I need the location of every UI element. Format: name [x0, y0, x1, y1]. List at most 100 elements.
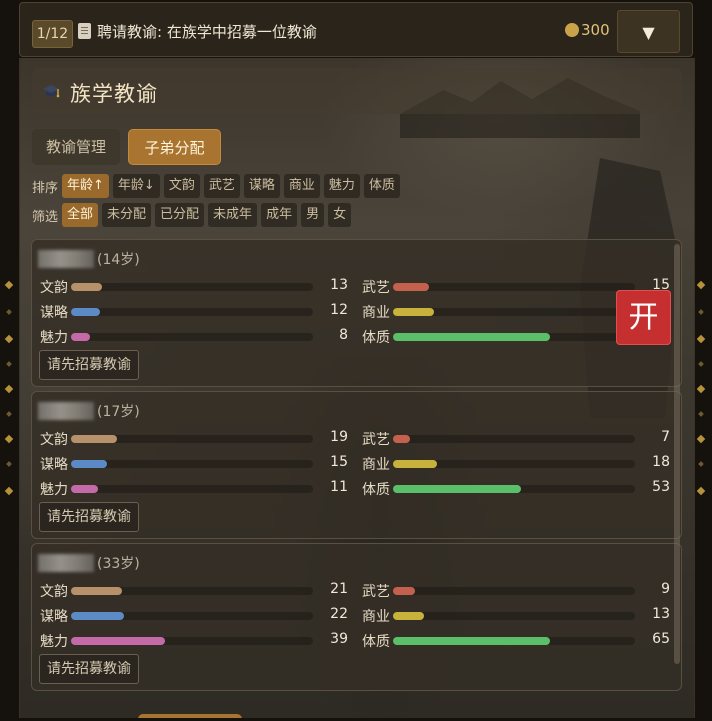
- sort-shangye[interactable]: 商业: [283, 174, 320, 198]
- stat-label-tizhi: 体质: [362, 482, 390, 498]
- stat-bar-track: [71, 587, 313, 595]
- step-badge: 1/12: [32, 20, 73, 48]
- stat-bar-track: [71, 637, 313, 645]
- task-dropdown-button[interactable]: ▼: [617, 10, 680, 53]
- sort-age-desc[interactable]: 年龄↓: [112, 174, 160, 198]
- stat-wenyun: 文韵 21: [40, 581, 360, 601]
- stat-meili: 魅力 8: [40, 327, 360, 347]
- open-badge[interactable]: 开: [616, 290, 671, 345]
- stat-bar-track: [393, 612, 635, 620]
- stat-label-wenyun: 文韵: [40, 280, 68, 296]
- stat-value-moulue: 12: [330, 302, 348, 318]
- stat-label-wenyun: 文韵: [40, 584, 68, 600]
- stat-bar-fill: [71, 460, 108, 468]
- filter-assigned[interactable]: 已分配: [155, 203, 205, 227]
- stat-label-moulue: 谋略: [40, 609, 68, 625]
- sort-age-asc[interactable]: 年龄↑: [62, 174, 109, 198]
- stat-bar-track: [71, 333, 313, 341]
- stat-bar-fill: [393, 587, 415, 595]
- stat-wuyi: 武艺 9: [362, 581, 682, 601]
- stat-bar-track: [393, 333, 635, 341]
- stat-bar-track: [393, 587, 635, 595]
- tab-student-assignment[interactable]: 子弟分配: [128, 129, 221, 165]
- filter-female[interactable]: 女: [328, 203, 352, 227]
- stat-bar-track: [71, 283, 313, 291]
- stat-wuyi: 武艺 7: [362, 429, 682, 449]
- sort-tizhi[interactable]: 体质: [363, 174, 400, 198]
- stat-bar-fill: [71, 333, 91, 341]
- sort-moulue[interactable]: 谋略: [243, 174, 280, 198]
- stat-bar-track: [393, 485, 635, 493]
- right-rail-decoration: [694, 240, 710, 500]
- student-card[interactable]: (14岁)文韵13谋略12魅力8武艺15商业17体质65请先招募教谕: [31, 239, 682, 387]
- filter-all[interactable]: 全部: [62, 203, 99, 227]
- tab-teacher-management[interactable]: 教谕管理: [32, 129, 120, 165]
- stat-bar-fill: [71, 283, 103, 291]
- filter-label: 筛选: [32, 209, 59, 225]
- stat-label-meili: 魅力: [40, 330, 68, 346]
- stat-label-shangye: 商业: [362, 457, 390, 473]
- stat-value-wenyun: 21: [330, 581, 348, 597]
- graduation-cap-icon: [43, 85, 60, 98]
- stat-bar-track: [393, 460, 635, 468]
- stat-label-tizhi: 体质: [362, 330, 390, 346]
- student-card[interactable]: (33岁) 文韵 21 谋略 22 魅力 39 武艺 9 商业 13 体质 65 请先招募教谕: [31, 543, 682, 691]
- sort-label: 排序: [32, 180, 59, 196]
- coin-amount: 300: [581, 21, 610, 39]
- recruit-teacher-first-button[interactable]: 请先招募教谕: [39, 654, 139, 684]
- stat-bar-track: [71, 612, 313, 620]
- money-bag-icon: [565, 23, 579, 37]
- stat-tizhi: 体质 65: [362, 631, 682, 651]
- stat-bar-fill: [71, 637, 166, 645]
- stat-value-moulue: 15: [330, 454, 348, 470]
- stat-value-shangye: 18: [652, 454, 670, 470]
- student-age: (33岁): [97, 556, 140, 572]
- sort-wuyi[interactable]: 武艺: [203, 174, 240, 198]
- filter-row: 筛选 全部 未分配 已分配 未成年 成年 男 女: [32, 203, 352, 227]
- stat-bar-fill: [393, 460, 437, 468]
- filter-unassigned[interactable]: 未分配: [102, 203, 152, 227]
- stat-bar-track: [393, 308, 635, 316]
- stat-label-shangye: 商业: [362, 305, 390, 321]
- student-age: (17岁): [97, 404, 140, 420]
- task-description: 聘请教谕: 在族学中招募一位教谕: [97, 23, 317, 41]
- stat-value-shangye: 13: [652, 606, 670, 622]
- task-bar: 1/12 聘请教谕: 在族学中招募一位教谕 300 ▼: [19, 2, 693, 57]
- recruit-teacher-first-button[interactable]: 请先招募教谕: [39, 350, 139, 380]
- stat-bar-fill: [393, 308, 435, 316]
- student-card[interactable]: (17岁) 文韵 19 谋略 15 魅力 11 武艺 7 商业 18 体质 53 请先招募教谕: [31, 391, 682, 539]
- chevron-down-icon: ▼: [642, 23, 655, 42]
- stat-value-wenyun: 19: [330, 429, 348, 445]
- stat-label-shangye: 商业: [362, 609, 390, 625]
- recruit-teacher-first-button[interactable]: 请先招募教谕: [39, 502, 139, 532]
- stat-bar-fill: [71, 612, 125, 620]
- filter-adult[interactable]: 成年: [261, 203, 298, 227]
- stat-wenyun: 文韵 13: [40, 277, 360, 297]
- stat-value-meili: 8: [339, 327, 348, 343]
- stat-bar-fill: [393, 283, 430, 291]
- stat-label-moulue: 谋略: [40, 457, 68, 473]
- filter-male[interactable]: 男: [301, 203, 325, 227]
- stat-shangye: 商业 18: [362, 454, 682, 474]
- list-scrollbar[interactable]: [674, 244, 680, 664]
- filter-minor[interactable]: 未成年: [208, 203, 258, 227]
- sort-meili[interactable]: 魅力: [323, 174, 360, 198]
- panel-header: 族学教谕: [32, 68, 682, 114]
- stat-value-wenyun: 13: [330, 277, 348, 293]
- student-name-blurred: [38, 554, 94, 572]
- stat-bar-track: [71, 308, 313, 316]
- stat-bar-fill: [393, 435, 410, 443]
- stat-label-wuyi: 武艺: [362, 432, 390, 448]
- sort-wenyun[interactable]: 文韵: [163, 174, 200, 198]
- stat-bar-fill: [393, 333, 551, 341]
- stat-bar-fill: [71, 308, 101, 316]
- stat-value-wuyi: 9: [661, 581, 670, 597]
- stat-tizhi: 体质 53: [362, 479, 682, 499]
- stat-bar-track: [393, 637, 635, 645]
- stat-bar-fill: [71, 485, 98, 493]
- student-name-blurred: [38, 250, 94, 268]
- stat-label-moulue: 谋略: [40, 305, 68, 321]
- stat-bar-track: [71, 435, 313, 443]
- stat-bar-track: [71, 485, 313, 493]
- student-name-blurred: [38, 402, 94, 420]
